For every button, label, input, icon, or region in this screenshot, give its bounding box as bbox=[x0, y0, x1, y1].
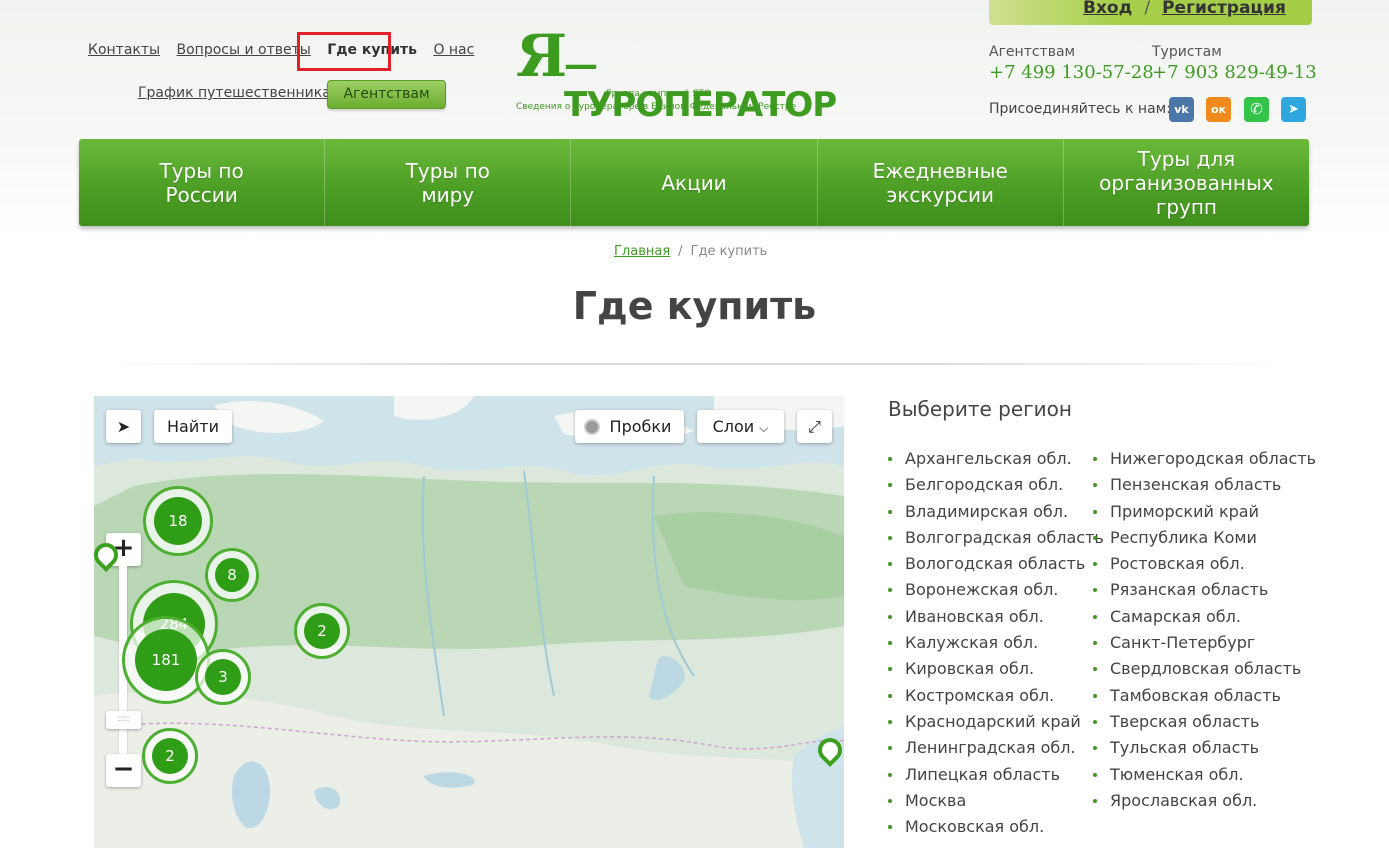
fullscreen-icon[interactable]: ⤢ bbox=[797, 410, 832, 443]
find-button[interactable]: Найти bbox=[154, 410, 232, 443]
region-link[interactable]: Липецкая область bbox=[887, 764, 1104, 790]
map[interactable]: ➤ Найти Пробки Слои ⌵ ⤢ + :::: − 18 8 28… bbox=[94, 396, 844, 848]
nav-daily-excursions[interactable]: Ежедневные экскурсии bbox=[818, 139, 1064, 226]
nav-group-tours[interactable]: Туры для организованных групп bbox=[1064, 139, 1309, 226]
top-links: Контакты Вопросы и ответы Где купить О н… bbox=[88, 32, 486, 71]
geolocation-icon[interactable]: ➤ bbox=[106, 410, 141, 443]
region-link[interactable]: Краснодарский край bbox=[887, 711, 1104, 737]
map-cluster[interactable]: 2 bbox=[294, 603, 350, 659]
link-contacts[interactable]: Контакты bbox=[88, 42, 160, 58]
regions-column-1: Архангельская обл. Белгородская обл. Вла… bbox=[887, 448, 1104, 842]
region-link[interactable]: Свердловская область bbox=[1092, 658, 1316, 684]
region-link[interactable]: Костромская обл. bbox=[887, 685, 1104, 711]
breadcrumb: Главная / Где купить bbox=[614, 244, 767, 259]
link-about[interactable]: О нас bbox=[433, 42, 474, 58]
layers-button[interactable]: Слои ⌵ bbox=[697, 410, 784, 443]
region-link[interactable]: Рязанская область bbox=[1092, 579, 1316, 605]
region-link[interactable]: Тюменская обл. bbox=[1092, 764, 1316, 790]
traffic-icon bbox=[584, 419, 600, 435]
region-link[interactable]: Пензенская область bbox=[1092, 474, 1316, 500]
tourists-label: Туристам bbox=[1152, 44, 1222, 60]
traffic-button[interactable]: Пробки bbox=[575, 410, 684, 443]
region-link[interactable]: Московская обл. bbox=[887, 816, 1104, 842]
logo-name: —ТУРОПЕРАТОР bbox=[564, 45, 837, 125]
region-link[interactable]: Воронежская обл. bbox=[887, 579, 1104, 605]
regions-title: Выберите регион bbox=[888, 397, 1072, 421]
cluster-count: 2 bbox=[152, 738, 188, 774]
logo[interactable]: Я —ТУРОПЕРАТОР Группа компаний ЯТО Сведе… bbox=[516, 22, 837, 125]
cluster-count: 3 bbox=[205, 659, 241, 695]
auth-bar: Вход / Регистрация bbox=[989, 0, 1312, 25]
zoom-out-button[interactable]: − bbox=[106, 754, 141, 787]
telegram-icon[interactable]: ➤ bbox=[1281, 97, 1306, 122]
whatsapp-icon[interactable]: ✆ bbox=[1244, 97, 1269, 122]
chevron-down-icon: ⌵ bbox=[759, 421, 769, 435]
logo-subtitle: Группа компаний ЯТО bbox=[606, 89, 712, 99]
breadcrumb-separator: / bbox=[678, 244, 683, 259]
region-link[interactable]: Санкт-Петербург bbox=[1092, 632, 1316, 658]
map-cluster[interactable]: 3 bbox=[195, 649, 251, 705]
map-cluster[interactable]: 8 bbox=[205, 548, 259, 602]
region-link[interactable]: Кировская обл. bbox=[887, 658, 1104, 684]
cluster-count: 181 bbox=[135, 629, 197, 691]
region-link[interactable]: Ленинградская обл. bbox=[887, 737, 1104, 763]
registry-link[interactable]: Сведения о Туроператоре в Едином Федерал… bbox=[516, 102, 796, 112]
logo-mark: Я bbox=[516, 22, 568, 90]
region-link[interactable]: Приморский край bbox=[1092, 501, 1316, 527]
nav-russia-tours[interactable]: Туры по России bbox=[79, 139, 326, 226]
region-link[interactable]: Нижегородская область bbox=[1092, 448, 1316, 474]
login-link[interactable]: Вход bbox=[1083, 0, 1132, 18]
region-link[interactable]: Москва bbox=[887, 790, 1104, 816]
region-link[interactable]: Ярославская обл. bbox=[1092, 790, 1316, 816]
link-travel-schedule[interactable]: График путешественника bbox=[138, 85, 331, 101]
layers-label: Слои bbox=[712, 417, 755, 436]
page-title: Где купить bbox=[572, 284, 817, 328]
region-link[interactable]: Республика Коми bbox=[1092, 527, 1316, 553]
cluster-count: 18 bbox=[154, 497, 202, 545]
region-link[interactable]: Волгоградская область bbox=[887, 527, 1104, 553]
agents-button[interactable]: Агентствам bbox=[327, 80, 446, 109]
auth-separator: / bbox=[1144, 0, 1151, 18]
breadcrumb-home[interactable]: Главная bbox=[614, 244, 670, 259]
main-nav: Туры по России Туры по миру Акции Ежедне… bbox=[79, 139, 1309, 226]
nav-promotions[interactable]: Акции bbox=[571, 139, 818, 226]
agents-phone[interactable]: +7 499 130-57-28 bbox=[989, 62, 1154, 83]
tourists-phone[interactable]: +7 903 829-49-13 bbox=[1152, 62, 1317, 83]
traffic-label: Пробки bbox=[609, 417, 672, 436]
register-link[interactable]: Регистрация bbox=[1162, 0, 1286, 18]
region-link[interactable]: Архангельская обл. bbox=[887, 448, 1104, 474]
region-link[interactable]: Тверская область bbox=[1092, 711, 1316, 737]
join-label: Присоединяйтесь к нам: bbox=[989, 101, 1171, 117]
vk-icon[interactable]: vk bbox=[1169, 97, 1194, 122]
map-cluster[interactable]: 18 bbox=[143, 486, 213, 556]
region-link[interactable]: Ростовская обл. bbox=[1092, 553, 1316, 579]
region-link[interactable]: Ивановская обл. bbox=[887, 606, 1104, 632]
region-link[interactable]: Тульская область bbox=[1092, 737, 1316, 763]
link-faq[interactable]: Вопросы и ответы bbox=[177, 42, 311, 58]
agents-label: Агентствам bbox=[989, 44, 1076, 60]
region-link[interactable]: Белгородская обл. bbox=[887, 474, 1104, 500]
region-link[interactable]: Владимирская обл. bbox=[887, 501, 1104, 527]
title-divider bbox=[95, 363, 1295, 365]
breadcrumb-current: Где купить bbox=[690, 244, 768, 259]
region-link[interactable]: Самарская обл. bbox=[1092, 606, 1316, 632]
zoom-slider-handle[interactable]: :::: bbox=[106, 711, 141, 729]
ok-icon[interactable]: ок bbox=[1206, 97, 1231, 122]
region-link[interactable]: Тамбовская область bbox=[1092, 685, 1316, 711]
map-cluster[interactable]: 181 bbox=[122, 616, 210, 704]
nav-world-tours[interactable]: Туры по миру bbox=[325, 139, 572, 226]
regions-column-2: Нижегородская область Пензенская область… bbox=[1092, 448, 1316, 816]
region-link[interactable]: Калужская обл. bbox=[887, 632, 1104, 658]
map-cluster[interactable]: 2 bbox=[142, 728, 198, 784]
region-link[interactable]: Вологодская область bbox=[887, 553, 1104, 579]
active-link-highlight bbox=[297, 32, 391, 71]
cluster-count: 2 bbox=[304, 613, 340, 649]
cluster-count: 8 bbox=[215, 558, 249, 592]
